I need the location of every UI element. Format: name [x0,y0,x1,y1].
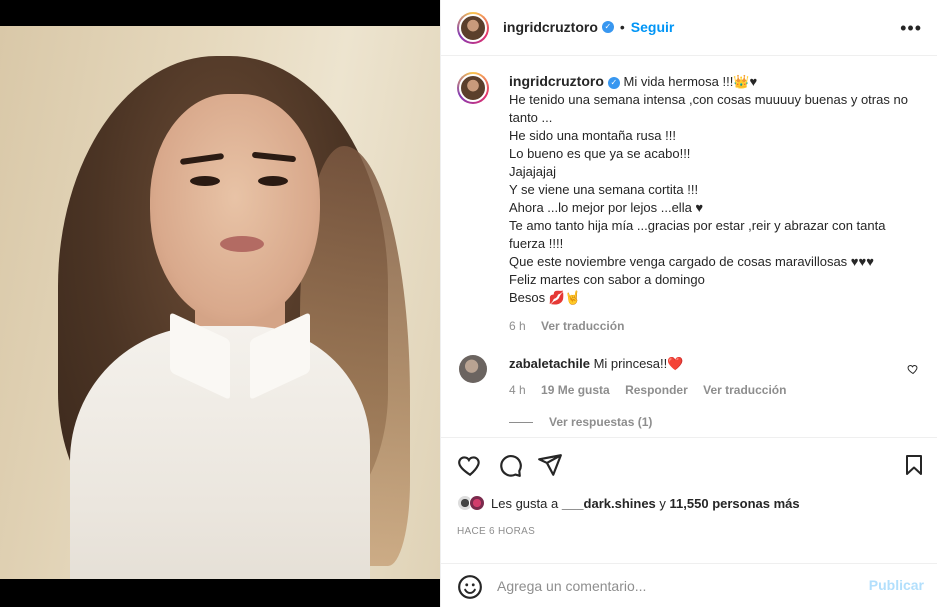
caption-body: ingridcruztoro ✓ Mi vida hermosa !!!👑♥ He… [509,72,924,335]
caption-line: Feliz martes con sabor a domingo [509,272,705,287]
caption-translate-link[interactable]: Ver traducción [541,319,624,333]
caption-line: Besos 💋🤘 [509,290,582,305]
author-avatar[interactable] [457,12,489,44]
photo-eye-left [190,176,220,186]
post-media [0,0,440,607]
likes-conjunction: y [659,495,666,511]
photo-eye-right [258,176,288,186]
post-photo[interactable] [0,26,440,579]
publish-button[interactable]: Publicar [869,577,924,593]
caption-line: Jajajajaj [509,164,556,179]
view-replies-button[interactable]: Ver respuestas (1) [509,415,652,429]
emoji-smiley-icon[interactable] [457,574,483,600]
add-comment-bar: Publicar [441,563,937,607]
comment-bubble-icon[interactable] [497,452,523,478]
caption-line: Lo bueno es que ya se acabo!!! [509,146,691,161]
verified-badge-icon: ✓ [601,21,614,33]
likes-count-link[interactable]: 11,550 personas más [670,496,800,511]
commenter-avatar[interactable] [459,355,487,383]
likes-prefix: Les gusta a [491,495,559,511]
comment-like-heart-icon[interactable] [907,363,919,375]
verified-badge-icon: ✓ [607,76,620,89]
caption-author-avatar[interactable] [457,72,489,104]
instagram-post-modal: ingridcruztoro ✓ • Seguir ••• ingridcruz… [0,0,937,607]
caption-time: 6 h [509,319,526,333]
follow-button[interactable]: Seguir [631,19,675,35]
caption-meta: 6 h Ver traducción [509,317,924,335]
comment-text: Mi princesa!!❤️ [593,356,684,371]
caption-line: Te amo tanto hija mía ...gracias por est… [509,218,890,251]
header-author-row: ingridcruztoro ✓ • Seguir [503,19,674,35]
post-actions: Les gusta a ___dark.shines y 11,550 pers… [441,437,937,607]
comment-reply-button[interactable]: Responder [625,383,688,397]
photo-lips [220,236,264,252]
view-replies-label: Ver respuestas (1) [549,415,653,429]
share-paper-plane-icon[interactable] [537,452,563,478]
like-heart-icon[interactable] [457,452,483,478]
caption-line: He sido una montaña rusa !!! [509,128,676,143]
photo-face [150,94,320,324]
replies-divider [509,422,533,424]
comment-meta: 4 h 19 Me gusta Responder Ver traducción [509,381,889,399]
more-options-icon[interactable]: ••• [900,18,922,39]
caption-line: Que este noviembre venga cargado de cosa… [509,254,874,269]
caption-text: Mi vida hermosa !!!👑♥ [623,74,758,89]
post-side-panel: ingridcruztoro ✓ • Seguir ••• ingridcruz… [440,0,937,607]
caption-line-1: ingridcruztoro ✓ Mi vida hermosa !!!👑♥ [509,72,924,91]
comment-input[interactable] [497,576,837,596]
post-timestamp: HACE 6 HORAS [457,526,536,537]
likes-user-link[interactable]: ___dark.shines [562,496,656,511]
likes-text: Les gusta a ___dark.shines y 11,550 pers… [491,496,800,511]
save-bookmark-icon[interactable] [902,452,926,478]
caption-line: Ahora ...lo mejor por lejos ...ella ♥ [509,200,704,215]
separator-dot: • [619,19,625,35]
comment-body: zabaletachile Mi princesa!!❤️ 4 h 19 Me … [509,355,889,399]
comment-likes-count[interactable]: 19 Me gusta [541,383,610,397]
header-username[interactable]: ingridcruztoro [503,19,598,35]
caption-line: He tenido una semana intensa ,con cosas … [509,92,912,125]
caption-line: Y se viene una semana cortita !!! [509,182,699,197]
likes-summary: Les gusta a ___dark.shines y 11,550 pers… [457,495,800,511]
comment-time: 4 h [509,383,526,397]
post-header: ingridcruztoro ✓ • Seguir ••• [441,0,937,56]
comment-translate-link[interactable]: Ver traducción [703,383,786,397]
caption-username[interactable]: ingridcruztoro [509,73,604,89]
commenter-username[interactable]: zabaletachile [509,356,590,371]
liker-avatar-2[interactable] [469,495,485,511]
